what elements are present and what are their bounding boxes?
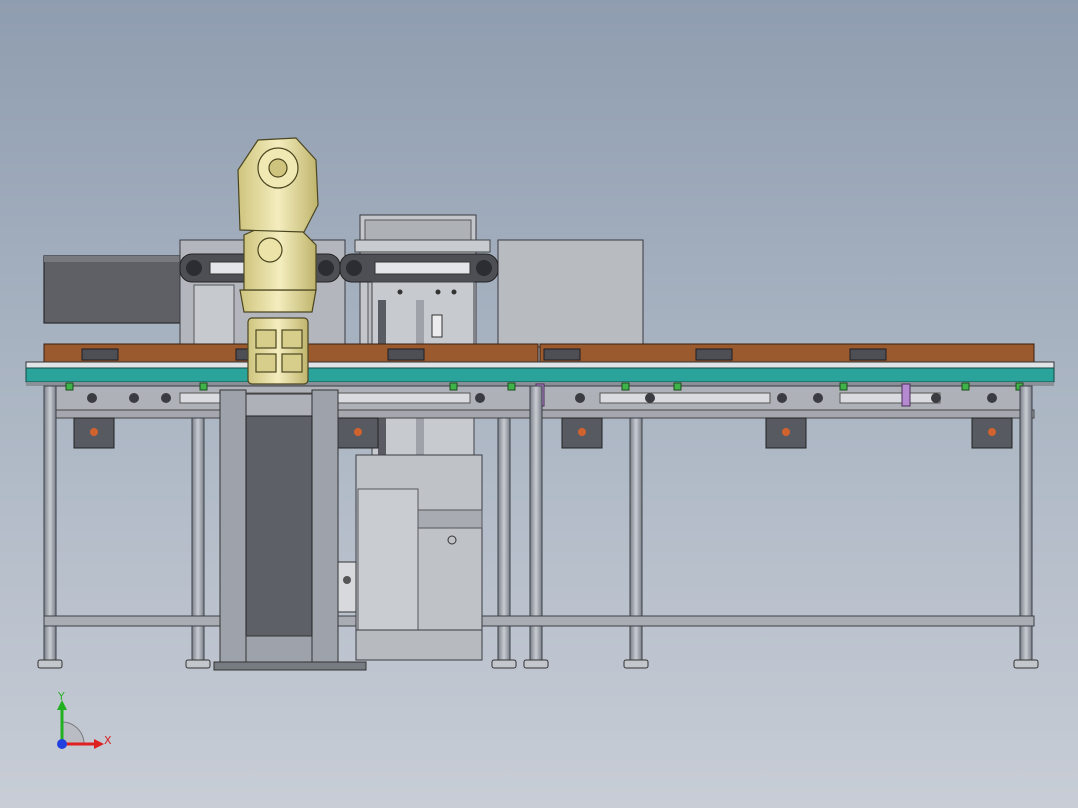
assembly-drawing[interactable]: Y X (0, 0, 1078, 808)
left-cabinet (43, 255, 185, 324)
pneumatic-valve (337, 561, 357, 613)
x-axis-arrow (94, 739, 104, 749)
y-axis-label: Y (57, 690, 65, 703)
axis-triad: Y X (57, 690, 112, 749)
z-axis-dot (57, 739, 67, 749)
x-axis-label: X (104, 734, 112, 747)
rear-machine-right (497, 239, 644, 348)
motor-blocks (73, 417, 1013, 449)
gripper-bar-right (339, 239, 499, 283)
cad-viewport[interactable]: Y X (0, 0, 1078, 808)
conveyor-belt (25, 361, 1055, 386)
lower-frame-rail (43, 615, 1035, 627)
leveling-feet (37, 659, 1039, 669)
robot-arm (237, 137, 319, 385)
lower-cabinet (355, 454, 483, 661)
